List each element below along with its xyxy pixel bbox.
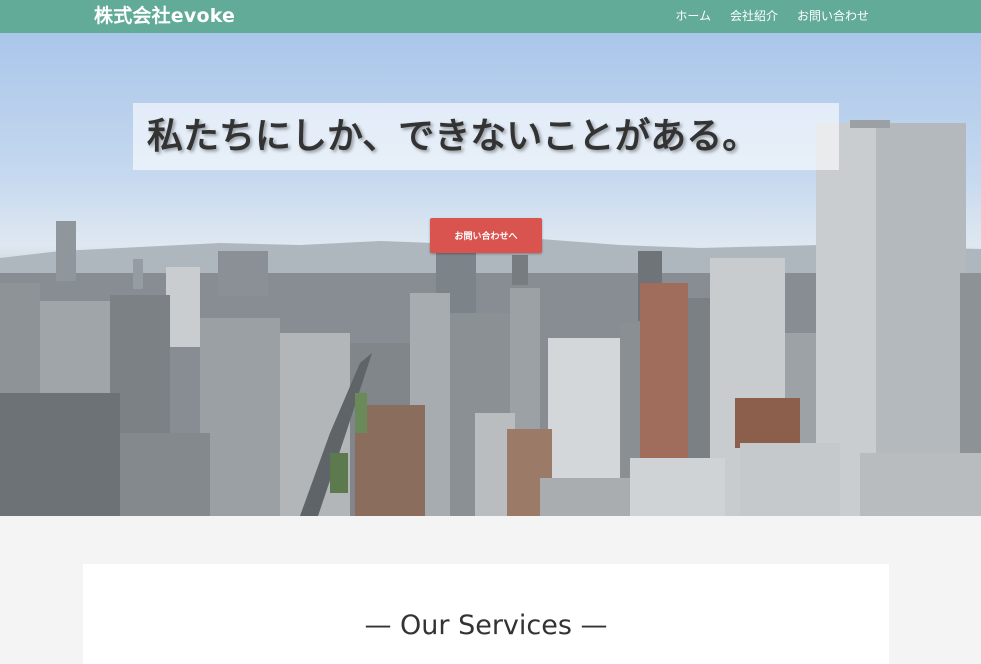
brand-logo[interactable]: 株式会社evoke bbox=[94, 4, 235, 28]
contact-cta-button[interactable]: お問い合わせへ bbox=[430, 218, 542, 253]
hero-headline: 私たちにしか、できないことがある。 bbox=[147, 116, 759, 157]
nav-link-home[interactable]: ホーム bbox=[675, 8, 711, 24]
services-card: — Our Services — bbox=[83, 564, 889, 664]
nav-link-contact[interactable]: お問い合わせ bbox=[797, 8, 869, 24]
navbar: 株式会社evoke ホーム 会社紹介 お問い合わせ bbox=[0, 0, 981, 33]
hero-section: 私たちにしか、できないことがある。 お問い合わせへ bbox=[0, 33, 981, 516]
nav-link-about[interactable]: 会社紹介 bbox=[730, 8, 778, 24]
nav-links: ホーム 会社紹介 お問い合わせ bbox=[675, 8, 869, 24]
services-title: — Our Services — bbox=[364, 610, 608, 641]
